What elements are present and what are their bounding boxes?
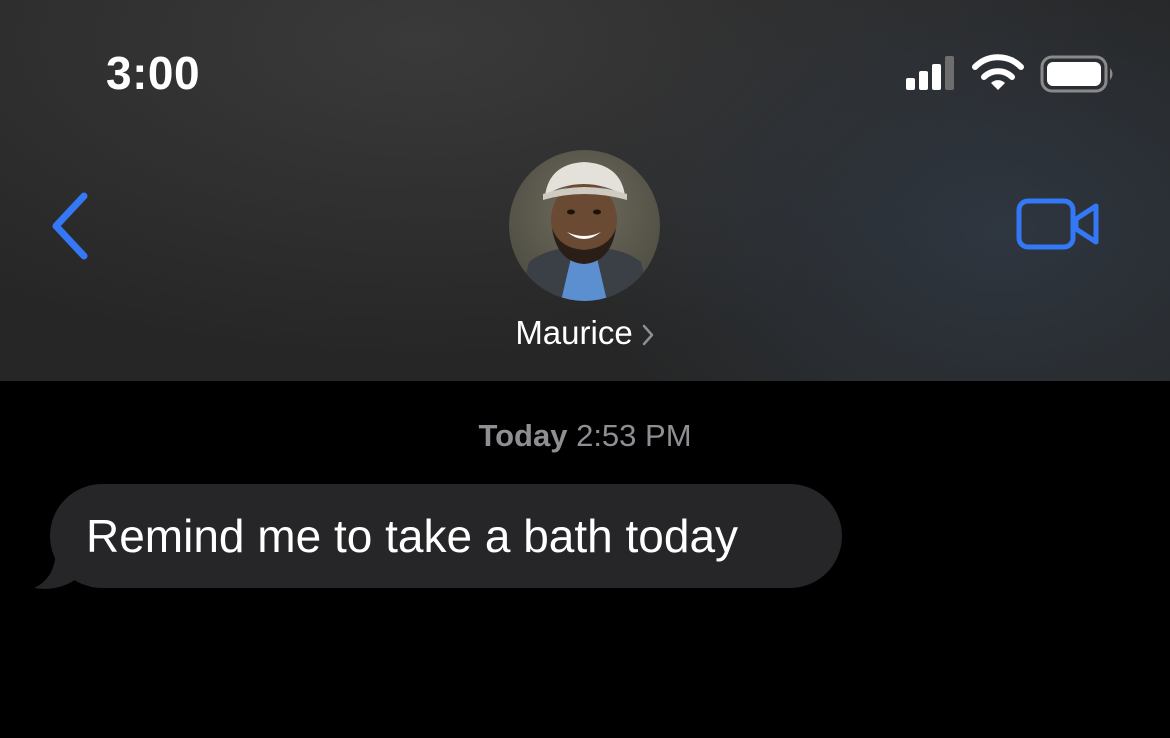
message-text: Remind me to take a bath today [86,510,739,562]
timestamp-time: 2:53 PM [576,418,692,453]
back-button[interactable] [44,188,96,264]
video-call-button[interactable] [1016,196,1100,252]
timestamp-day: Today [478,418,568,453]
contact-photo [509,150,660,301]
message-timestamp: Today 2:53 PM [0,418,1170,454]
conversation-header: 3:00 Maurice [0,0,1170,381]
contact-avatar[interactable] [509,150,660,301]
cellular-signal-icon [906,56,954,90]
status-bar-time: 3:00 [106,47,201,99]
contact-name: Maurice [515,314,633,351]
contact-name-button[interactable]: Maurice [0,314,1170,352]
wifi-icon [972,54,1024,90]
chevron-right-icon [642,325,653,346]
incoming-message-bubble[interactable]: Remind me to take a bath today [50,484,842,588]
messages-screen: 3:00 Maurice Today 2:53 PM Remind me to … [0,0,1170,738]
battery-icon [1040,55,1113,93]
